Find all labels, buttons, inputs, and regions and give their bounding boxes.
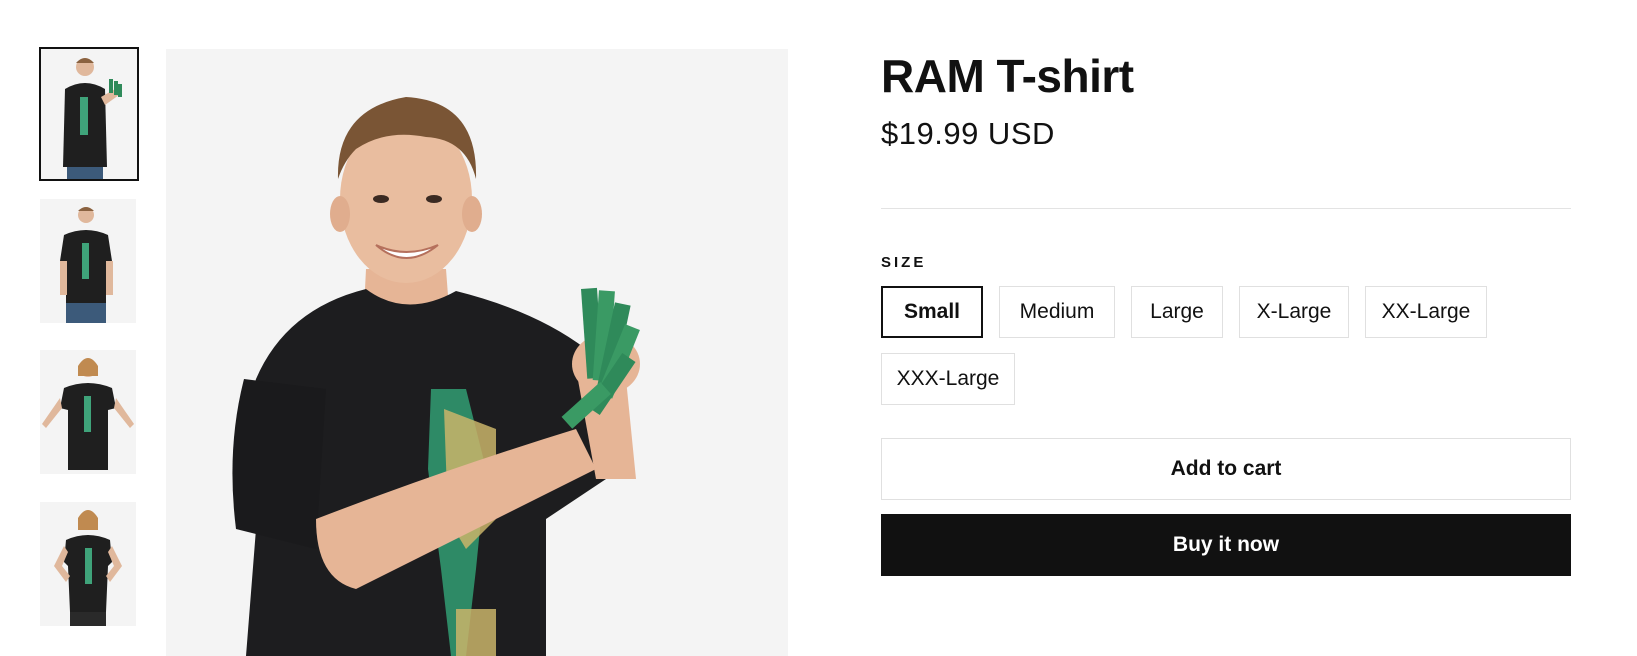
product-title: RAM T-shirt	[881, 50, 1134, 102]
product-info: RAM T-shirt $19.99 USD SIZE Small Medium…	[881, 44, 1571, 576]
product-photo	[166, 49, 788, 656]
product-page: RAM T-shirt $19.99 USD SIZE Small Medium…	[0, 0, 1637, 656]
buy-now-button[interactable]: Buy it now	[881, 514, 1571, 576]
thumbnail-1[interactable]	[39, 47, 139, 181]
thumbnail-image	[41, 49, 137, 179]
main-product-image[interactable]	[166, 49, 788, 656]
divider	[881, 208, 1571, 209]
thumbnail-4[interactable]	[40, 502, 136, 626]
product-price: $19.99 USD	[881, 116, 1055, 151]
size-option-x-large[interactable]: X-Large	[1239, 286, 1349, 338]
add-to-cart-button[interactable]: Add to cart	[881, 438, 1571, 500]
thumbnail-image	[40, 350, 136, 474]
size-option-small[interactable]: Small	[881, 286, 983, 338]
thumbnail-3[interactable]	[40, 350, 136, 474]
size-option-medium[interactable]: Medium	[999, 286, 1115, 338]
size-label: SIZE	[881, 254, 927, 271]
thumbnail-image	[40, 502, 136, 626]
size-option-large[interactable]: Large	[1131, 286, 1223, 338]
size-option-xxx-large[interactable]: XXX-Large	[881, 353, 1015, 405]
thumbnail-image	[40, 199, 136, 323]
thumbnail-2[interactable]	[40, 199, 136, 323]
size-option-xx-large[interactable]: XX-Large	[1365, 286, 1487, 338]
